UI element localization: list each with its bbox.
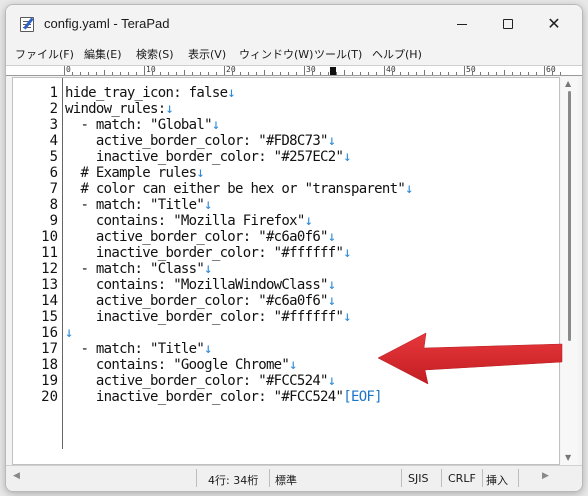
annotation-arrow-shape [377, 332, 563, 385]
red-arrow-annotation [377, 332, 563, 385]
